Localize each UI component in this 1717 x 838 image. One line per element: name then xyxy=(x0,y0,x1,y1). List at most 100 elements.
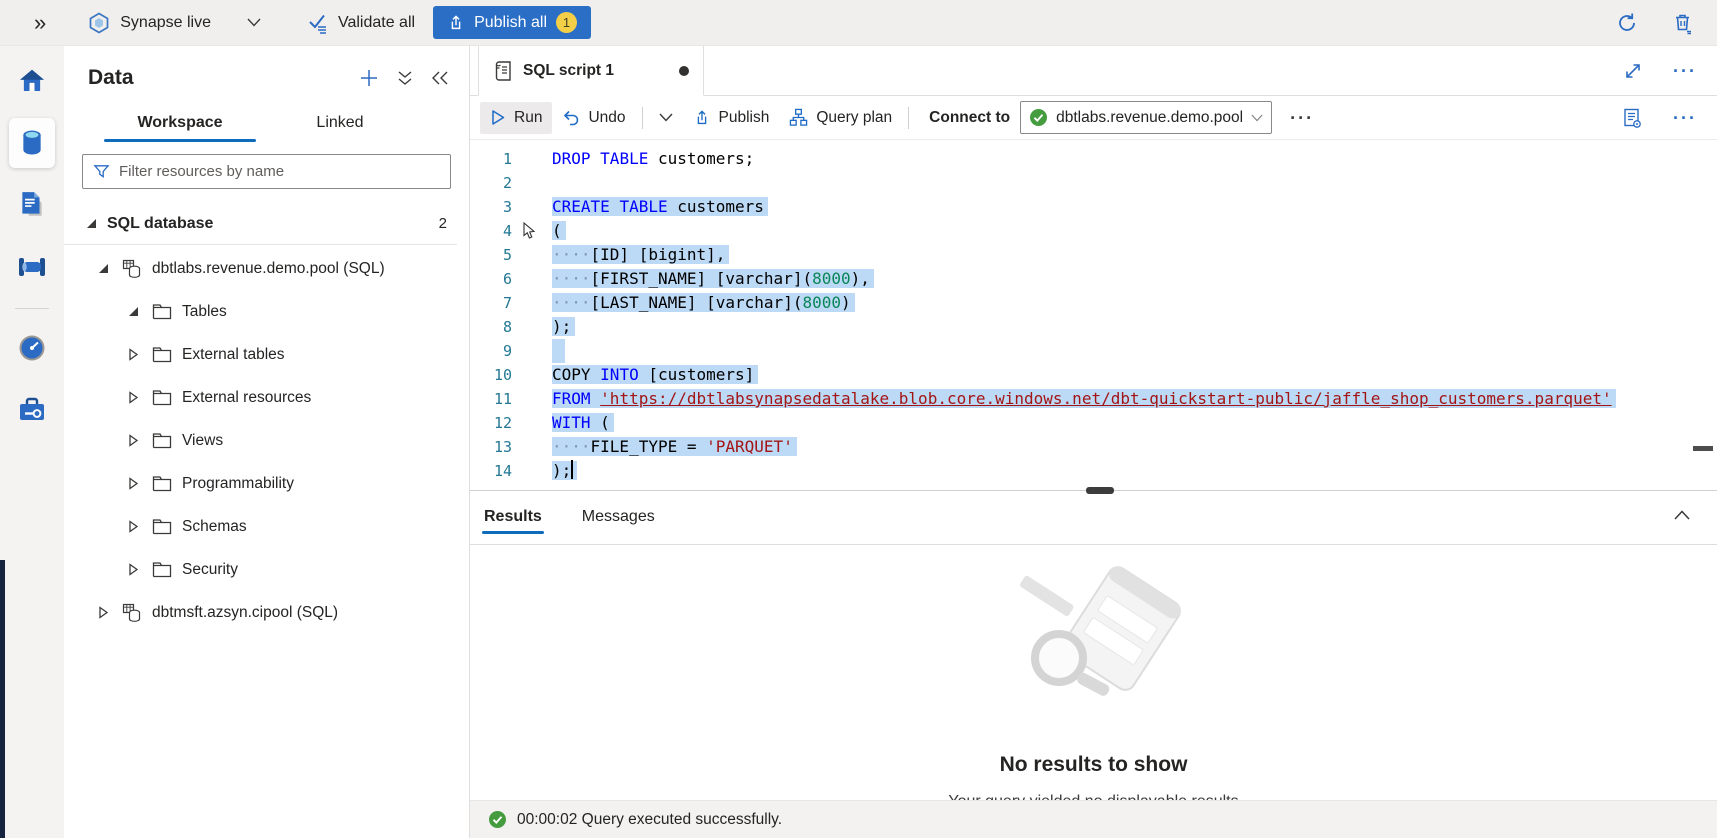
toolbar-overflow-icon[interactable]: ··· xyxy=(1290,109,1314,127)
filter-funnel-icon xyxy=(93,163,110,180)
tree-item-dbtmsft-azsyn-cipool-sql[interactable]: dbtmsft.azsyn.cipool (SQL) xyxy=(64,591,469,634)
code-line[interactable]: 1DROP TABLE customers; xyxy=(470,147,1717,171)
sidebar-item-monitor[interactable] xyxy=(9,323,55,373)
publish-icon xyxy=(693,109,711,127)
tree-item-schemas[interactable]: Schemas xyxy=(64,505,469,548)
activity-divider xyxy=(15,308,49,309)
tree-item-external-tables[interactable]: External tables xyxy=(64,333,469,376)
tree-item-label: External tables xyxy=(182,346,285,364)
code-line[interactable]: 5 ····[ID] [bigint], xyxy=(470,243,1717,267)
sidebar-item-data[interactable] xyxy=(9,118,55,168)
line-number: 6 xyxy=(470,267,534,291)
validate-all-button[interactable]: Validate all xyxy=(307,12,415,34)
synapse-live-icon xyxy=(88,12,110,34)
tree-item-programmability[interactable]: Programmability xyxy=(64,462,469,505)
tree-section-sql-database[interactable]: SQL database 2 xyxy=(64,203,457,245)
pool-name: dbtlabs.revenue.demo.pool xyxy=(1056,109,1243,127)
code-line[interactable]: 12WITH ( xyxy=(470,411,1717,435)
discard-trash-icon[interactable] xyxy=(1671,11,1695,35)
line-content: ····FILE_TYPE = 'PARQUET' xyxy=(552,435,797,459)
line-number: 10 xyxy=(470,363,534,387)
collapsed-arrow-icon[interactable] xyxy=(126,391,140,404)
line-content: ····[FIRST_NAME] [varchar](8000), xyxy=(552,267,874,291)
tab-results[interactable]: Results xyxy=(482,494,544,542)
editor-more-actions-icon[interactable]: ··· xyxy=(1673,109,1697,127)
resource-tree: SQL database 2 dbtlabs.revenue.demo.pool… xyxy=(64,203,469,634)
properties-icon[interactable] xyxy=(1621,107,1643,129)
code-line[interactable]: 13····FILE_TYPE = 'PARQUET' xyxy=(470,435,1717,459)
status-text: 00:00:02 Query executed successfully. xyxy=(517,811,782,829)
selection-highlight: ····FILE_TYPE = 'PARQUET' xyxy=(552,437,797,456)
collapsed-arrow-icon[interactable] xyxy=(126,434,140,447)
line-content: COPY INTO [customers] xyxy=(552,363,758,387)
expanded-arrow-icon[interactable] xyxy=(86,218,97,229)
tree-item-dbtlabs-revenue-demo-pool-sql[interactable]: dbtlabs.revenue.demo.pool (SQL) xyxy=(64,247,469,290)
tree-item-label: dbtlabs.revenue.demo.pool (SQL) xyxy=(152,260,385,278)
line-number: 5 xyxy=(470,243,534,267)
code-line[interactable]: 11FROM 'https://dbtlabsynapsedatalake.bl… xyxy=(470,387,1717,411)
publish-button[interactable]: Publish xyxy=(683,102,780,134)
scrollbar-cursor-mark[interactable] xyxy=(1693,446,1713,451)
code-line[interactable]: 10 COPY INTO [customers] xyxy=(470,363,1717,387)
tree-item-external-resources[interactable]: External resources xyxy=(64,376,469,419)
collapse-panel-icon[interactable] xyxy=(431,70,449,86)
line-number: 7 xyxy=(470,291,534,315)
collapsed-arrow-icon[interactable] xyxy=(126,563,140,576)
line-content: FROM 'https://dbtlabsynapsedatalake.blob… xyxy=(552,387,1616,411)
mouse-cursor xyxy=(520,222,536,240)
tree-item-tables[interactable]: Tables xyxy=(64,290,469,333)
run-options-chevron[interactable] xyxy=(649,106,683,129)
refresh-icon[interactable] xyxy=(1615,11,1639,35)
tree-item-security[interactable]: Security xyxy=(64,548,469,591)
sidebar-item-develop[interactable] xyxy=(9,180,55,230)
code-line[interactable]: 8); xyxy=(470,315,1717,339)
run-button[interactable]: Run xyxy=(480,102,552,134)
code-line[interactable]: 3CREATE TABLE customers xyxy=(470,195,1717,219)
line-number: 9 xyxy=(470,339,534,363)
toolbar-separator xyxy=(908,107,909,129)
tab-workspace[interactable]: Workspace xyxy=(100,106,260,142)
code-line[interactable]: 14); xyxy=(470,459,1717,483)
add-icon[interactable] xyxy=(359,68,379,88)
undo-button[interactable]: Undo xyxy=(552,102,635,134)
collapse-results-icon[interactable] xyxy=(1673,509,1691,521)
filter-input[interactable]: Filter resources by name xyxy=(82,154,451,189)
sidebar-item-integrate[interactable] xyxy=(9,242,55,292)
run-label: Run xyxy=(514,109,542,127)
collapsed-arrow-icon[interactable] xyxy=(126,520,140,533)
tab-linked[interactable]: Linked xyxy=(260,106,420,142)
line-content: ); xyxy=(552,459,577,483)
line-content: ····[ID] [bigint], xyxy=(552,243,729,267)
expand-editor-icon[interactable] xyxy=(1623,61,1643,81)
sidebar-item-home[interactable] xyxy=(9,56,55,106)
text-cursor xyxy=(571,460,573,479)
results-panel: Results Messages xyxy=(470,490,1717,838)
tab-messages[interactable]: Messages xyxy=(580,494,657,542)
tree-item-views[interactable]: Views xyxy=(64,419,469,462)
success-check-icon xyxy=(488,810,507,829)
line-number: 2 xyxy=(470,171,534,195)
code-line[interactable]: 6 ····[FIRST_NAME] [varchar](8000), xyxy=(470,267,1717,291)
sidebar-item-manage[interactable] xyxy=(9,385,55,435)
double-chevron-down-icon[interactable] xyxy=(397,69,413,87)
synapse-live-selector[interactable]: Synapse live xyxy=(88,12,261,34)
expanded-arrow-icon[interactable] xyxy=(126,306,140,317)
collapsed-arrow-icon[interactable] xyxy=(126,477,140,490)
tab-sql-script-1[interactable]: SQL script 1 xyxy=(478,46,704,96)
code-line[interactable]: 9 xyxy=(470,339,1717,363)
pool-select-dropdown[interactable]: dbtlabs.revenue.demo.pool xyxy=(1020,101,1272,134)
chevron-down-icon xyxy=(1251,114,1263,122)
code-line[interactable]: 7····[LAST_NAME] [varchar](8000) xyxy=(470,291,1717,315)
code-line[interactable]: 4( xyxy=(470,219,1717,243)
expanded-arrow-icon[interactable] xyxy=(96,263,110,274)
collapsed-arrow-icon[interactable] xyxy=(126,348,140,361)
publish-all-button[interactable]: Publish all 1 xyxy=(433,6,591,39)
tab-more-actions-icon[interactable]: ··· xyxy=(1673,62,1697,80)
expand-menu-icon[interactable]: » xyxy=(34,12,46,34)
section-count: 2 xyxy=(439,215,447,232)
code-line[interactable]: 2 xyxy=(470,171,1717,195)
code-editor[interactable]: 1DROP TABLE customers;23CREATE TABLE cus… xyxy=(470,140,1717,483)
line-content: DROP TABLE customers; xyxy=(552,147,754,171)
collapsed-arrow-icon[interactable] xyxy=(96,606,110,619)
query-plan-button[interactable]: Query plan xyxy=(779,101,902,134)
